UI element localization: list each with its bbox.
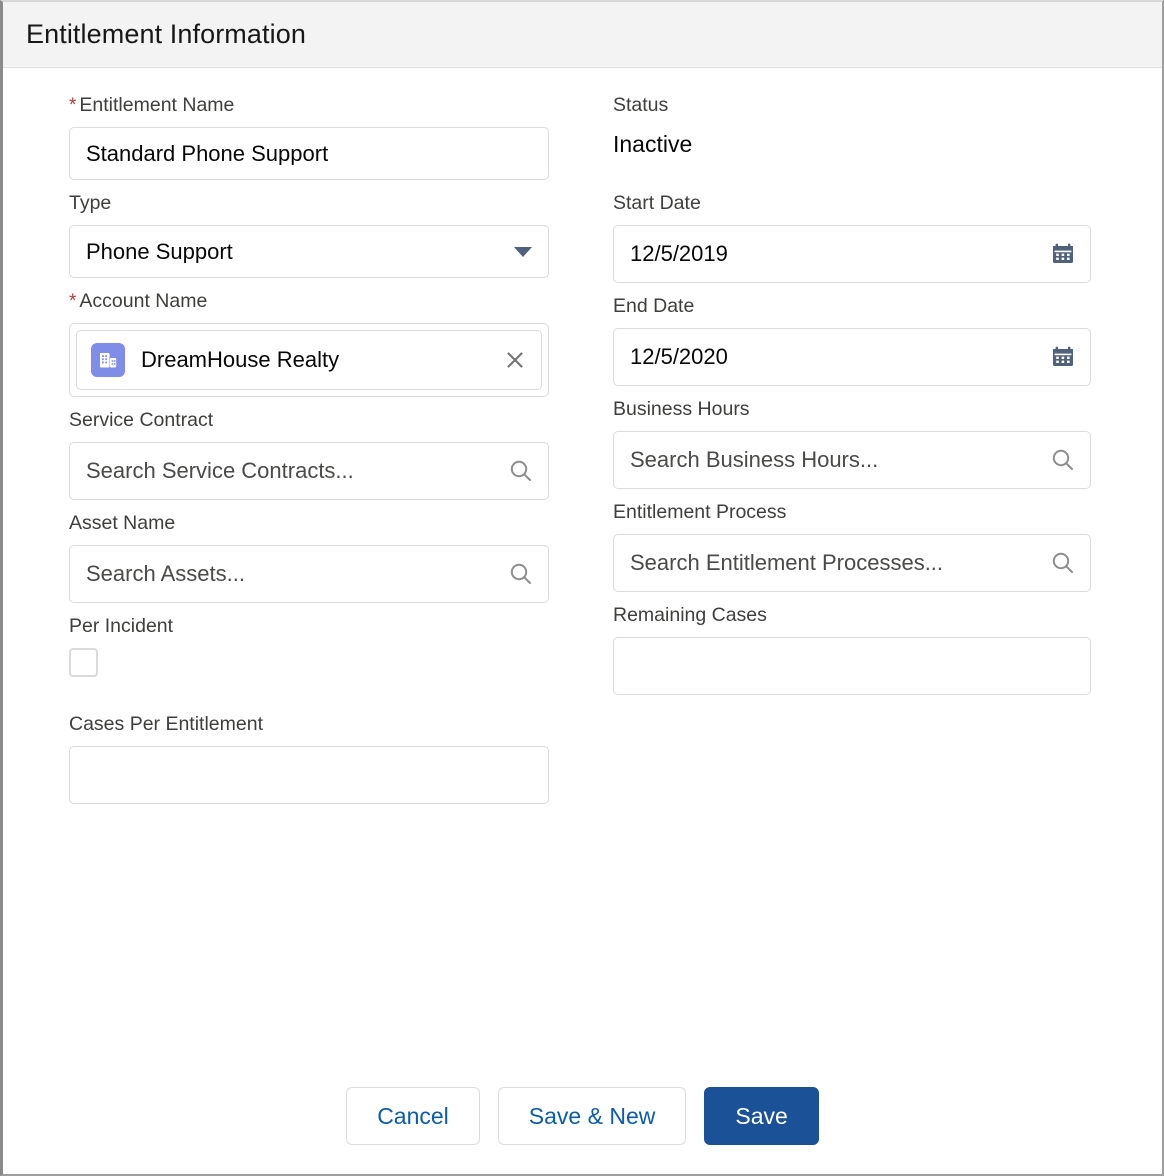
- field-per-incident: Per Incident: [69, 613, 549, 701]
- business-hours-search-input[interactable]: Search Business Hours...: [613, 431, 1091, 489]
- service-contract-placeholder: Search Service Contracts...: [86, 460, 354, 482]
- form-column-left: * Entitlement Name Standard Phone Support…: [69, 92, 549, 814]
- field-remaining-cases: Remaining Cases: [613, 602, 1102, 695]
- label-per-incident: Per Incident: [69, 615, 174, 637]
- label-service-contract: Service Contract: [69, 409, 214, 431]
- save-button[interactable]: Save: [704, 1087, 819, 1145]
- modal-body: * Entitlement Name Standard Phone Support…: [3, 68, 1162, 814]
- field-cases-per-entitlement: Cases Per Entitlement: [69, 711, 549, 804]
- account-name-value: DreamHouse Realty: [141, 347, 340, 372]
- label-asset-name: Asset Name: [69, 512, 176, 534]
- type-dropdown[interactable]: Phone Support: [69, 225, 549, 278]
- label-start-date: Start Date: [613, 192, 701, 214]
- field-asset-name: Asset Name Search Assets...: [69, 510, 549, 603]
- label-business-hours: Business Hours: [613, 398, 750, 420]
- search-icon: [508, 458, 534, 484]
- label-type: Type: [69, 192, 112, 214]
- label-status: Status: [613, 94, 669, 116]
- entitlement-process-search-input[interactable]: Search Entitlement Processes...: [613, 534, 1091, 592]
- modal-header: Entitlement Information: [3, 2, 1162, 68]
- calendar-icon[interactable]: [1050, 241, 1076, 267]
- end-date-value: 12/5/2020: [630, 346, 728, 368]
- search-icon: [1050, 550, 1076, 576]
- status-value: Inactive: [613, 131, 693, 157]
- end-date-input[interactable]: 12/5/2020: [613, 328, 1091, 386]
- chevron-down-icon: [514, 246, 532, 257]
- cancel-button[interactable]: Cancel: [346, 1087, 480, 1145]
- start-date-input[interactable]: 12/5/2019: [613, 225, 1091, 283]
- business-hours-placeholder: Search Business Hours...: [630, 449, 879, 471]
- label-account-name: * Account Name: [69, 290, 208, 312]
- account-name-pill[interactable]: DreamHouse Realty: [76, 330, 542, 390]
- required-asterisk-icon: *: [69, 95, 77, 116]
- entitlement-process-placeholder: Search Entitlement Processes...: [630, 552, 944, 574]
- search-icon: [508, 561, 534, 587]
- field-entitlement-process: Entitlement Process Search Entitlement P…: [613, 499, 1102, 592]
- label-entitlement-process: Entitlement Process: [613, 501, 787, 523]
- form-grid: * Entitlement Name Standard Phone Support…: [69, 92, 1102, 814]
- modal-footer: Cancel Save & New Save: [3, 1064, 1162, 1174]
- field-business-hours: Business Hours Search Business Hours...: [613, 396, 1102, 489]
- field-service-contract: Service Contract Search Service Contract…: [69, 407, 549, 500]
- entitlement-name-input[interactable]: Standard Phone Support: [69, 127, 549, 180]
- label-remaining-cases: Remaining Cases: [613, 604, 767, 626]
- label-end-date: End Date: [613, 295, 695, 317]
- field-start-date: Start Date 12/5/2019: [613, 190, 1102, 283]
- field-end-date: End Date 12/5/2020: [613, 293, 1102, 386]
- field-type: Type Phone Support: [69, 190, 549, 278]
- field-status: Status Inactive: [613, 92, 1102, 180]
- field-entitlement-name: * Entitlement Name Standard Phone Support: [69, 92, 549, 180]
- close-icon[interactable]: [501, 346, 529, 374]
- form-column-right: Status Inactive Start Date 12/5/2019 End…: [613, 92, 1102, 814]
- label-entitlement-name: * Entitlement Name: [69, 94, 235, 116]
- type-value: Phone Support: [86, 240, 233, 263]
- start-date-value: 12/5/2019: [630, 243, 728, 265]
- entitlement-modal: Entitlement Information * Entitlement Nam…: [0, 0, 1164, 1176]
- asset-name-search-input[interactable]: Search Assets...: [69, 545, 549, 603]
- save-and-new-button[interactable]: Save & New: [497, 1087, 687, 1145]
- account-building-icon: [91, 343, 125, 377]
- calendar-icon[interactable]: [1050, 344, 1076, 370]
- cases-per-entitlement-input[interactable]: [69, 746, 549, 804]
- page-title: Entitlement Information: [26, 19, 306, 49]
- asset-name-placeholder: Search Assets...: [86, 563, 245, 585]
- per-incident-checkbox-row: [69, 648, 549, 701]
- label-cases-per-entitlement: Cases Per Entitlement: [69, 713, 264, 735]
- per-incident-checkbox[interactable]: [69, 648, 98, 677]
- entitlement-name-value: Standard Phone Support: [86, 142, 329, 165]
- remaining-cases-input[interactable]: [613, 637, 1091, 695]
- field-account-name: * Account Name DreamHouse Realty: [69, 288, 549, 397]
- search-icon: [1050, 447, 1076, 473]
- account-name-lookup[interactable]: DreamHouse Realty: [69, 323, 549, 397]
- service-contract-search-input[interactable]: Search Service Contracts...: [69, 442, 549, 500]
- required-asterisk-icon: *: [69, 291, 77, 312]
